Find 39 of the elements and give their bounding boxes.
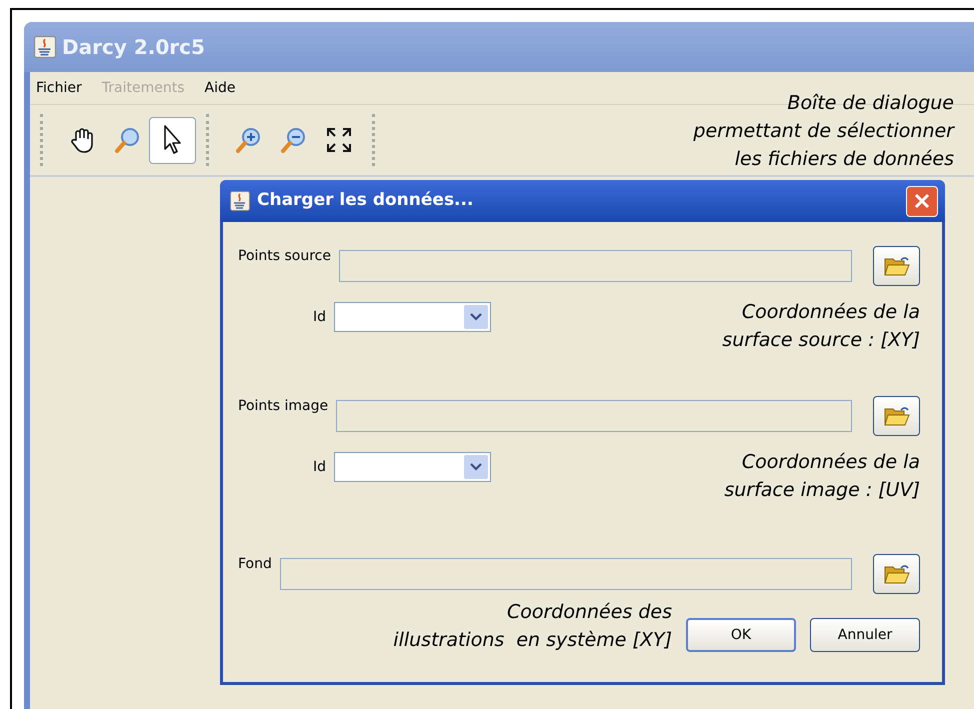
expand-icon bbox=[324, 126, 352, 154]
chevron-down-icon bbox=[470, 313, 482, 321]
browse-button[interactable] bbox=[873, 554, 920, 594]
annotation-text: Boîte de dialogue permettant de sélectionner les fichiers de données bbox=[693, 91, 954, 172]
path-field[interactable] bbox=[339, 250, 852, 282]
hand-icon bbox=[70, 126, 96, 154]
dialog-title: Charger les données... bbox=[257, 189, 474, 212]
zoom-in-icon bbox=[234, 126, 262, 154]
path-field[interactable] bbox=[336, 400, 852, 432]
folder-icon bbox=[884, 563, 910, 585]
id-dropdown[interactable] bbox=[334, 302, 492, 332]
dialog-button[interactable]: Annuler bbox=[810, 618, 920, 652]
app-icon bbox=[34, 36, 56, 58]
id-label: Id bbox=[313, 308, 326, 326]
tool-button[interactable] bbox=[149, 116, 196, 164]
field-label: Fond bbox=[238, 555, 272, 574]
annotation-text: Coordonnées de la surface image : [UV] bbox=[724, 450, 920, 503]
close-icon bbox=[914, 193, 930, 209]
menu-item[interactable]: Fichier bbox=[36, 78, 82, 98]
path-field[interactable] bbox=[280, 558, 852, 590]
dialog-button[interactable]: OK bbox=[686, 618, 796, 652]
id-dropdown[interactable] bbox=[334, 452, 492, 482]
pointer-icon bbox=[162, 124, 184, 156]
field-label: Points source bbox=[238, 247, 331, 266]
field-label: Points image bbox=[238, 397, 328, 416]
chevron-down-icon bbox=[470, 463, 482, 471]
close-button[interactable] bbox=[906, 186, 938, 216]
annotation-text: Coordonnées des illustrations en système [XY] bbox=[393, 600, 672, 653]
id-label: Id bbox=[313, 458, 326, 476]
folder-icon bbox=[884, 255, 910, 277]
browse-button[interactable] bbox=[873, 396, 920, 436]
menu-item[interactable]: Aide bbox=[204, 78, 236, 98]
browse-button[interactable] bbox=[873, 246, 920, 286]
zoom-out-icon bbox=[280, 126, 308, 154]
annotation-text: Coordonnées de la surface source : [XY] bbox=[722, 300, 920, 353]
app-icon bbox=[230, 191, 250, 211]
folder-icon bbox=[884, 405, 910, 427]
magnifier-icon bbox=[114, 126, 142, 154]
window-title: Darcy 2.0rc5 bbox=[62, 34, 205, 61]
